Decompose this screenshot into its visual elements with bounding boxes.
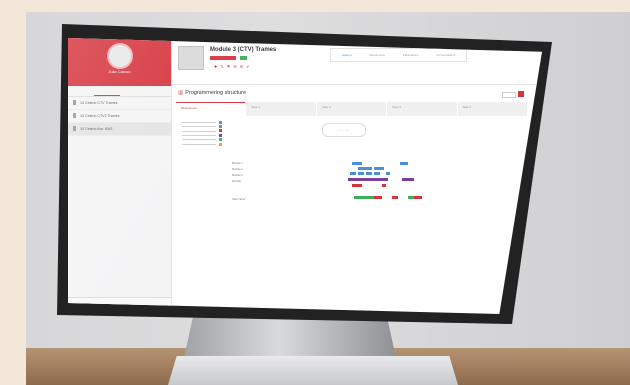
legend-line — [182, 143, 216, 145]
monitor-screen: Julia Caruso 10 Celerio CTV Trames 10 Ce… — [68, 38, 542, 314]
sidebar-item[interactable]: 10 Celerio CTV2 Trames — [68, 110, 171, 123]
step-tabs: Ressources Stap 1 Stap 2 Stap 3 Stap 4 — [176, 102, 528, 116]
username: Julia Caruso — [108, 69, 131, 74]
tab-conversations[interactable]: Conversations — [428, 51, 463, 59]
gantt-bar[interactable] — [400, 162, 408, 165]
row-label: Module 1 — [232, 162, 243, 165]
legend-swatch — [219, 133, 222, 137]
gantt-bar[interactable] — [366, 172, 372, 175]
timeline-tick: · — [328, 144, 329, 147]
gantt-bar[interactable] — [374, 172, 380, 175]
timeline-tick: · — [424, 144, 425, 147]
legend-swatch — [219, 125, 222, 129]
status-badge — [210, 56, 236, 60]
step-tab[interactable]: Stap 3 — [387, 102, 457, 116]
profile-header: Julia Caruso — [68, 38, 171, 86]
sidebar-tab-3[interactable] — [120, 86, 146, 96]
nav-tabs: Aperçu Documents Paramètres Conversation… — [330, 48, 468, 62]
gantt-bar[interactable] — [358, 172, 364, 175]
status-badge-green — [240, 56, 247, 60]
legend-line — [182, 130, 216, 132]
monitor-stand-base — [168, 356, 458, 385]
toolbar-icons[interactable]: ✚✎⚑☰✉✔ — [214, 64, 253, 69]
timeline-tick: · — [352, 144, 353, 147]
tab-settings[interactable]: Paramètres — [395, 51, 427, 59]
step-tab[interactable]: Stap 2 — [316, 102, 387, 116]
timeline-tick: · — [448, 144, 449, 147]
sidebar-item-selected[interactable]: 10 Celerio Acc. B&S — [68, 123, 171, 136]
gantt-bar[interactable] — [392, 196, 398, 199]
gantt-bar[interactable] — [354, 196, 374, 199]
timeline-tick: · — [368, 144, 369, 147]
legend-row — [182, 142, 222, 146]
timeline-footer-label: Start / Eind — [232, 198, 245, 201]
sidebar: Julia Caruso 10 Celerio CTV Trames 10 Ce… — [68, 38, 172, 314]
tab-overview[interactable]: Aperçu — [334, 51, 360, 59]
module-title: Module 3 (CTV) Trames — [210, 47, 277, 53]
timeline-tick: · — [280, 144, 281, 147]
row-label: Module 3 — [232, 174, 243, 177]
timeline-tick: · — [304, 144, 305, 147]
gantt-bar[interactable] — [382, 184, 386, 187]
gantt-bar[interactable] — [374, 167, 384, 170]
row-label: Module 2 — [232, 168, 243, 171]
date-selector[interactable]: ‹ · · · › — [322, 123, 366, 137]
timeline-tick: · — [416, 144, 417, 147]
legend-line — [182, 126, 216, 127]
gantt-bar[interactable] — [348, 178, 388, 181]
section-add-button[interactable] — [518, 91, 524, 97]
sidebar-tab-4[interactable] — [145, 86, 171, 96]
gantt-bar[interactable] — [350, 172, 356, 175]
gantt-bar[interactable] — [414, 196, 422, 199]
timeline-tick: · — [344, 144, 345, 147]
main-content: Module 3 (CTV) Trames ✚✎⚑☰✉✔ Aperçu Docu… — [172, 38, 542, 314]
section-title: ▥ Programmering structure — [178, 90, 247, 96]
sidebar-tab-1[interactable] — [68, 86, 94, 96]
timeline-tick: · — [440, 144, 441, 147]
sidebar-tabs — [68, 86, 171, 97]
gantt-bar[interactable] — [352, 162, 362, 165]
section-filter-button[interactable] — [502, 92, 516, 98]
timeline-tick: · — [376, 144, 377, 147]
legend-swatch — [219, 120, 222, 124]
timeline-tick: · — [432, 144, 433, 147]
gantt-bar[interactable] — [358, 167, 372, 170]
gantt-bar[interactable] — [352, 184, 362, 187]
timeline-tick: · — [296, 144, 297, 147]
timeline-tick: · — [336, 144, 337, 147]
color-legend — [182, 120, 222, 146]
timeline-tick: · — [360, 144, 361, 147]
row-label: Periode — [232, 180, 241, 183]
legend-line — [182, 121, 216, 123]
legend-swatch — [219, 142, 222, 146]
timeline-tick: · — [400, 144, 401, 147]
structure-icon: ▥ — [178, 90, 184, 96]
legend-line — [182, 134, 216, 136]
legend-swatch — [219, 129, 222, 133]
gantt-timeline: Module 1 Module 2 Module 3 Periode Start… — [232, 144, 482, 224]
step-tab[interactable]: Ressources — [176, 102, 246, 116]
step-tab[interactable]: Stap 4 — [457, 102, 528, 116]
timeline-tick: · — [384, 144, 385, 147]
gantt-bar[interactable] — [374, 196, 382, 199]
timeline-tick: · — [312, 144, 313, 147]
step-tab[interactable]: Stap 1 — [246, 102, 316, 116]
timeline-tick: · — [408, 144, 409, 147]
legend-line — [182, 139, 216, 141]
gantt-bar[interactable] — [386, 172, 390, 175]
avatar[interactable] — [107, 43, 133, 69]
module-thumbnail — [178, 46, 204, 70]
legend-swatch — [219, 138, 222, 142]
sidebar-item[interactable]: 10 Celerio CTV Trames — [68, 97, 171, 110]
timeline-tick: · — [288, 144, 289, 147]
timeline-tick: · — [320, 144, 321, 147]
sidebar-tab-2[interactable] — [93, 86, 120, 96]
gantt-bar[interactable] — [402, 178, 414, 181]
timeline-tick: · — [392, 144, 393, 147]
tab-documents[interactable]: Documents — [362, 51, 393, 59]
